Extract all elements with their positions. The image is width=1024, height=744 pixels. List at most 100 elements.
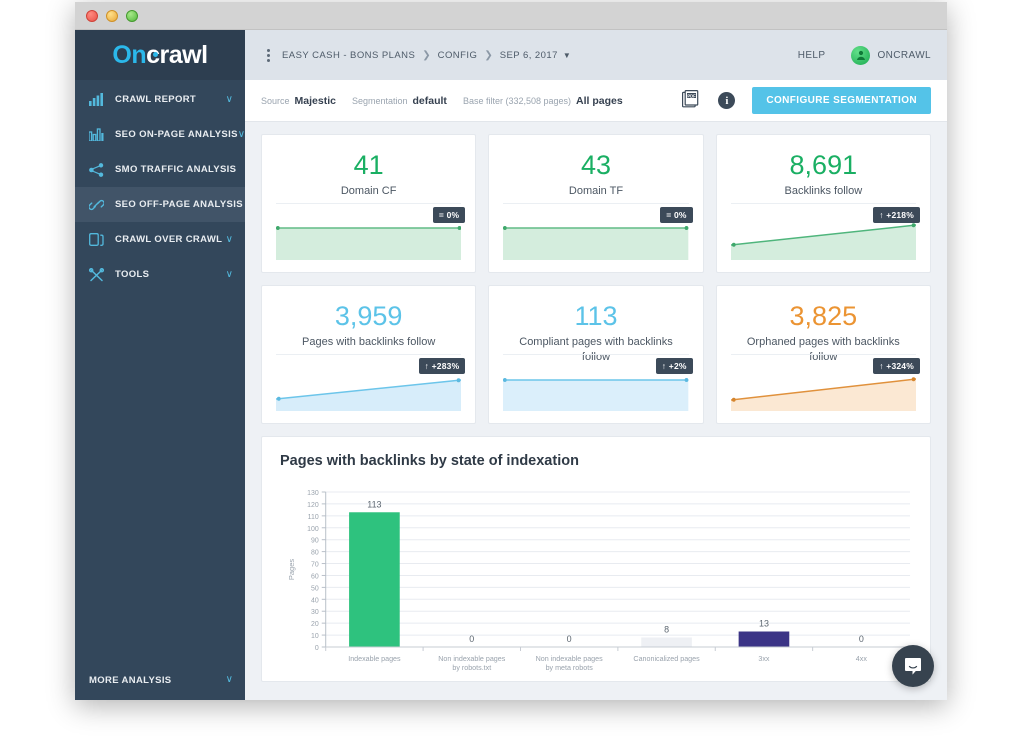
svg-text:10: 10 [311, 633, 319, 640]
help-link[interactable]: HELP [798, 50, 826, 61]
svg-text:30: 30 [311, 609, 319, 616]
kpi-card-orphaned-pages-with-backlinks-follow[interactable]: 3,825 Orphaned pages with backlinks foll… [716, 285, 931, 424]
kpi-value: 8,691 [717, 135, 930, 179]
logo-part-on: On [112, 41, 146, 69]
window-close-button[interactable] [86, 10, 98, 22]
svg-text:4xx: 4xx [856, 655, 868, 663]
logo-part-crawl: crawl [146, 41, 207, 69]
filter-segmentation-value: default [413, 95, 447, 107]
breadcrumb-item-project[interactable]: EASY CASH - BONS PLANS [282, 50, 415, 61]
filter-base-filter[interactable]: Base filter (332,508 pages) All pages [463, 95, 623, 107]
svg-text:90: 90 [311, 538, 319, 545]
kpi-card-backlinks-follow[interactable]: 8,691 Backlinks follow ↑ +218% [716, 134, 931, 273]
kpi-card-compliant-pages-with-backlinks-follow[interactable]: 113 Compliant pages with backlinks follo… [488, 285, 703, 424]
pdf-export-icon[interactable]: PDF [682, 89, 701, 113]
chevron-down-icon: ∨ [226, 270, 233, 280]
breadcrumb-item-date[interactable]: SEP 6, 2017 [500, 50, 558, 61]
filter-segmentation[interactable]: Segmentation default [352, 95, 447, 107]
info-icon[interactable]: i [718, 92, 735, 109]
app-logo-text: Oncrawl [112, 41, 207, 70]
bar-chart[interactable]: 0102030405060708090100110120130Pages113I… [280, 484, 916, 681]
kpi-value: 3,825 [717, 286, 930, 330]
filter-base-filter-value: All pages [576, 95, 623, 107]
sidebar-item-label: CRAWL REPORT [115, 94, 226, 105]
user-name[interactable]: ONCRAWL [877, 50, 931, 61]
svg-text:0: 0 [469, 634, 474, 644]
svg-text:80: 80 [311, 550, 319, 557]
sidebar-nav: CRAWL REPORT ∨ SEO ON-PAGE ANALYSIS ∨ SM… [75, 80, 245, 660]
kpi-card-row-2: 3,959 Pages with backlinks follow ↑ +283… [261, 285, 931, 424]
filter-bar: Source Majestic Segmentation default Bas… [245, 80, 947, 122]
browser-window: Oncrawl CRAWL REPORT ∨ SEO ON-PAGE ANALY… [75, 2, 947, 700]
breadcrumb: EASY CASH - BONS PLANS ❯ CONFIG ❯ SEP 6,… [282, 50, 571, 61]
sidebar-item-crawl-over-crawl[interactable]: CRAWL OVER CRAWL ∨ [75, 222, 245, 257]
link-icon [89, 198, 106, 212]
sidebar-item-label: CRAWL OVER CRAWL [115, 234, 226, 245]
kpi-card-pages-with-backlinks-follow[interactable]: 3,959 Pages with backlinks follow ↑ +283… [261, 285, 476, 424]
sidebar-item-label: TOOLS [115, 269, 226, 280]
svg-text:13: 13 [759, 618, 769, 628]
svg-text:8: 8 [664, 624, 669, 634]
kpi-label: Pages with backlinks follow [262, 335, 475, 349]
sidebar-item-smo-traffic-analysis[interactable]: SMO TRAFFIC ANALYSIS [75, 152, 245, 187]
sidebar-item-crawl-report[interactable]: CRAWL REPORT ∨ [75, 82, 245, 117]
kpi-card-domain-cf[interactable]: 41 Domain CF = 0% [261, 134, 476, 273]
svg-text:50: 50 [311, 585, 319, 592]
dashboard-content: 41 Domain CF = 0% 43 Domain TF = 0% [245, 122, 947, 700]
chat-bubble-icon[interactable] [892, 645, 934, 687]
svg-text:0: 0 [859, 634, 864, 644]
svg-text:70: 70 [311, 562, 319, 569]
breadcrumb-separator-icon: ❯ [484, 50, 492, 61]
kpi-divider [276, 354, 461, 355]
kpi-value: 3,959 [262, 286, 475, 330]
svg-text:by robots.txt: by robots.txt [452, 664, 491, 672]
sidebar-item-seo-off-page-analysis[interactable]: SEO OFF-PAGE ANALYSIS [75, 187, 245, 222]
logo-dot [153, 52, 158, 57]
tools-icon [89, 268, 106, 282]
svg-text:Non indexable pages: Non indexable pages [438, 655, 505, 663]
kpi-card-domain-tf[interactable]: 43 Domain TF = 0% [488, 134, 703, 273]
svg-text:Indexable pages: Indexable pages [348, 655, 401, 663]
filter-segmentation-key: Segmentation [352, 96, 408, 106]
sidebar-item-tools[interactable]: TOOLS ∨ [75, 257, 245, 292]
kpi-sparkline [276, 218, 461, 260]
app-logo[interactable]: Oncrawl [75, 30, 245, 80]
breadcrumb-item-config[interactable]: CONFIG [438, 50, 478, 61]
svg-text:60: 60 [311, 573, 319, 580]
layers-icon [89, 233, 106, 247]
kpi-divider [731, 354, 916, 355]
share-icon [89, 163, 106, 177]
kpi-label: Domain TF [489, 184, 702, 198]
top-header-bar: EASY CASH - BONS PLANS ❯ CONFIG ❯ SEP 6,… [245, 30, 947, 80]
kebab-menu-icon[interactable] [261, 49, 275, 62]
filter-source[interactable]: Source Majestic [261, 95, 336, 107]
filter-base-filter-key: Base filter (332,508 pages) [463, 96, 571, 106]
window-minimize-button[interactable] [106, 10, 118, 22]
sidebar-item-label: SMO TRAFFIC ANALYSIS [115, 164, 236, 175]
kpi-sparkline [731, 218, 916, 260]
svg-text:40: 40 [311, 597, 319, 604]
window-body: Oncrawl CRAWL REPORT ∨ SEO ON-PAGE ANALY… [75, 30, 947, 700]
kpi-sparkline [731, 369, 916, 411]
kpi-sparkline [276, 369, 461, 411]
sidebar-item-seo-on-page-analysis[interactable]: SEO ON-PAGE ANALYSIS ∨ [75, 117, 245, 152]
svg-text:120: 120 [307, 502, 319, 509]
bar-chart-icon [89, 128, 106, 142]
kpi-divider [731, 203, 916, 204]
chevron-down-icon: ∨ [226, 675, 233, 685]
svg-text:110: 110 [308, 514, 319, 521]
sidebar-item-more-analysis[interactable]: MORE ANALYSIS ∨ [75, 660, 245, 700]
caret-down-icon[interactable]: ▼ [563, 51, 571, 60]
svg-text:0: 0 [315, 645, 319, 652]
kpi-value: 41 [262, 135, 475, 179]
kpi-divider [503, 203, 688, 204]
window-zoom-button[interactable] [126, 10, 138, 22]
kpi-value: 113 [489, 286, 702, 330]
avatar[interactable] [851, 46, 870, 65]
configure-segmentation-button[interactable]: CONFIGURE SEGMENTATION [752, 87, 931, 114]
more-analysis-label: MORE ANALYSIS [89, 675, 226, 686]
svg-text:113: 113 [367, 499, 381, 509]
svg-text:Non indexable pages: Non indexable pages [536, 655, 603, 663]
kpi-divider [276, 203, 461, 204]
svg-text:Pages: Pages [287, 559, 296, 581]
